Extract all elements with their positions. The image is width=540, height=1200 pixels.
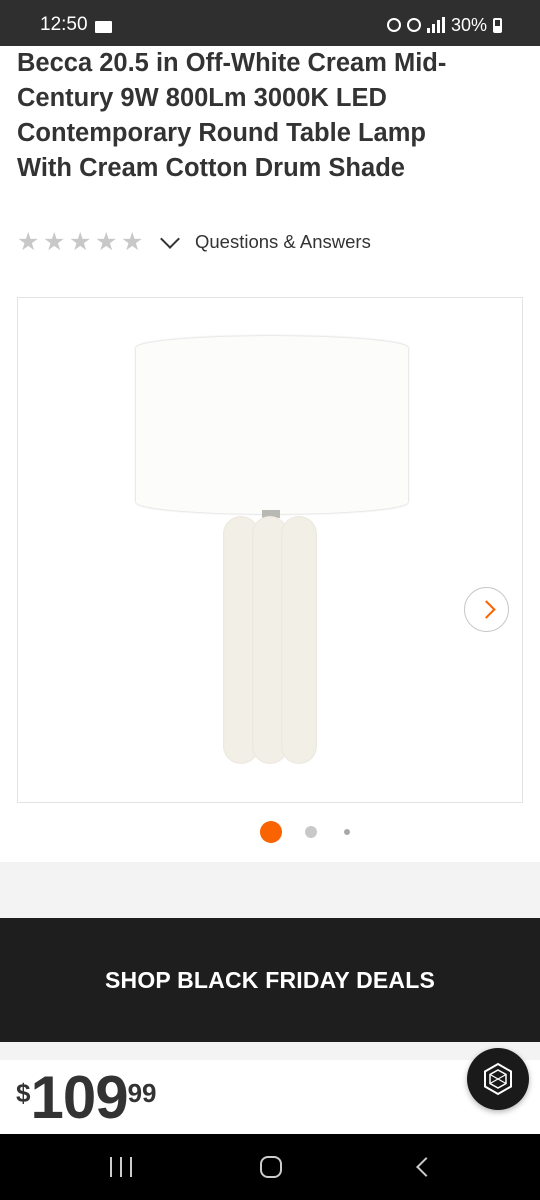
price-card: $ 109 99 [0, 1060, 540, 1134]
rating-row: ★ ★ ★ ★ ★ Questions & Answers [17, 228, 371, 256]
system-nav-bar [0, 1134, 540, 1200]
next-image-button[interactable] [464, 587, 509, 632]
lamp-shade [136, 336, 408, 514]
product-header-card: Becca 20.5 in Off-White Cream Mid-Centur… [0, 46, 540, 862]
product-image[interactable] [17, 297, 523, 803]
chevron-right-icon [477, 600, 496, 619]
chat-assistant-button[interactable] [467, 1048, 529, 1110]
mail-icon [95, 21, 112, 33]
rating-stars[interactable]: ★ ★ ★ ★ ★ [17, 228, 145, 256]
star-icon: ★ [17, 228, 40, 256]
carousel-dot[interactable] [344, 829, 350, 835]
star-icon: ★ [69, 228, 92, 256]
status-bar: 12:50 30% [0, 0, 540, 46]
hexagon-logo-icon [484, 1062, 512, 1096]
price-cents: 99 [127, 1078, 157, 1108]
chevron-down-icon[interactable] [160, 229, 180, 249]
signal-icon [426, 17, 445, 33]
home-icon[interactable] [260, 1156, 282, 1178]
lock-icon [386, 18, 401, 32]
price: $ 109 99 [16, 1068, 157, 1128]
star-icon: ★ [121, 228, 144, 256]
questions-answers-link[interactable]: Questions & Answers [195, 231, 371, 253]
price-dollars: 109 [30, 1064, 128, 1131]
status-time: 12:50 [40, 14, 88, 35]
status-icons: 30% [386, 14, 502, 36]
battery-percent: 30% [450, 14, 487, 35]
battery-icon [493, 17, 502, 33]
black-friday-banner[interactable]: SHOP BLACK FRIDAY DEALS [0, 918, 540, 1042]
price-currency: $ [16, 1078, 31, 1108]
alarm-icon [406, 18, 421, 32]
carousel-dot-active[interactable] [260, 821, 282, 843]
star-icon: ★ [43, 228, 66, 256]
back-icon[interactable] [416, 1157, 436, 1177]
carousel-dot[interactable] [305, 826, 317, 838]
lamp-base [223, 516, 317, 764]
product-title: Becca 20.5 in Off-White Cream Mid-Centur… [17, 49, 447, 182]
recent-apps-icon[interactable] [110, 1157, 132, 1177]
star-icon: ★ [95, 228, 118, 256]
